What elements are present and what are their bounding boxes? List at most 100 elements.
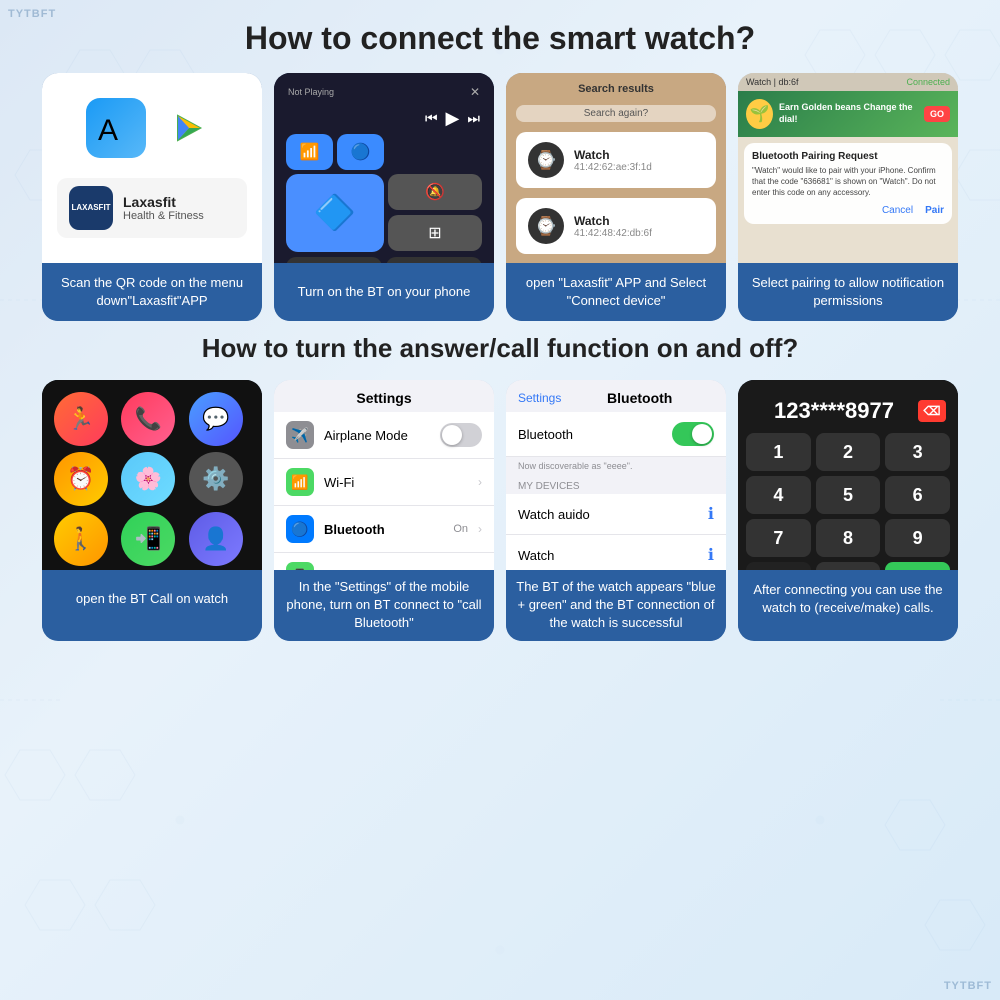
bt-main-toggle[interactable] — [672, 422, 714, 446]
card-dialpad-label: After connecting you can use the watch t… — [738, 570, 958, 628]
bt-settings-nav: Settings Bluetooth — [506, 380, 726, 412]
laxasfit-logo: LAXASFIT — [69, 186, 113, 230]
dp-backspace-btn[interactable]: ⌫ — [918, 400, 946, 422]
laxasfit-row: LAXASFIT Laxasfit Health & Fitness — [57, 178, 247, 238]
dp-number-display: 123****8977 ⌫ — [746, 390, 950, 428]
sr-device2-name: Watch — [574, 214, 652, 228]
cc-wifi-btn[interactable]: 📶 — [286, 134, 333, 170]
search-results-screen: Search results Search again? ⌚ Watch 41:… — [506, 73, 726, 263]
watch-app-run: 🏃 — [54, 392, 108, 446]
btp-dialog-title: Bluetooth Pairing Request — [752, 151, 944, 162]
dp-key-7[interactable]: 7 — [746, 519, 811, 557]
sr-device1-id: 41:42:62:ae:3f:1d — [574, 162, 652, 173]
sr-device1[interactable]: ⌚ Watch 41:42:62:ae:3f:1d — [516, 132, 716, 188]
settings-header: Settings — [274, 380, 494, 412]
bt-main-item[interactable]: Bluetooth — [506, 412, 726, 457]
dp-key-4[interactable]: 4 — [746, 476, 811, 514]
settings-item-bt[interactable]: 🔵 Bluetooth On › — [274, 506, 494, 553]
sr-again: Search again? — [516, 105, 716, 122]
card-watch-bt: 🏃 📞 💬 ⏰ 🌸 ⚙️ 🚶 📲 👤 open the BT Call on w… — [42, 380, 262, 641]
dp-key-1[interactable]: 1 — [746, 433, 811, 471]
cc-row2: 🌙 Focus ☀️ 🔊 — [282, 257, 486, 263]
dp-key-6[interactable]: 6 — [885, 476, 950, 514]
card-bt-image: Not Playing ✕ ⏮ ▶ ⏭ 📶 🔵 🔷 🔕 ⊞ — [274, 73, 494, 263]
cc-not-playing: Not Playing — [288, 87, 334, 97]
card-bt-settings-label: The BT of the watch appears "blue + gree… — [506, 570, 726, 641]
dp-key-3[interactable]: 3 — [885, 433, 950, 471]
cellular-label: Cellular — [324, 569, 468, 571]
card-dialpad: 123****8977 ⌫ 1 2 3 4 5 6 7 8 9 + — [738, 380, 958, 641]
bt-settings-screen: Settings Bluetooth Bluetooth Now discove… — [506, 380, 726, 570]
bt-back-btn[interactable]: Settings — [518, 391, 561, 405]
btp-ad-banner: 🌱 Earn Golden beans Change the dial! GO — [738, 91, 958, 137]
cc-close-icon: ✕ — [470, 85, 480, 99]
btp-dialog: Bluetooth Pairing Request "Watch" would … — [744, 143, 952, 224]
watermark-bottom-right: TYTBFT — [944, 980, 992, 992]
sr-device2-id: 41:42:48:42:db:6f — [574, 228, 652, 239]
card-bt-settings: Settings Bluetooth Bluetooth Now discove… — [506, 380, 726, 641]
cc-focus-btn[interactable]: 🌙 Focus — [286, 257, 382, 263]
airplane-label: Airplane Mode — [324, 428, 430, 443]
card-qr-image: A LAXASFIT — [42, 73, 262, 263]
wifi-icon: 📶 — [286, 468, 314, 496]
watch-app-settings: ⚙️ — [189, 452, 243, 506]
wifi-label: Wi-Fi — [324, 475, 468, 490]
bt-device1-name: Watch auido — [518, 507, 698, 522]
section1-cards-row: A LAXASFIT — [30, 73, 970, 321]
bt-settings-icon: 🔵 — [286, 515, 314, 543]
sr-device2-icon: ⌚ — [528, 208, 564, 244]
dp-key-2[interactable]: 2 — [816, 433, 881, 471]
section2-title: How to turn the answer/call function on … — [30, 333, 970, 364]
card-pair: Watch | db:6f Connected 🌱 Earn Golden be… — [738, 73, 958, 321]
sr-device1-info: Watch 41:42:62:ae:3f:1d — [574, 148, 652, 173]
cc-screen-btn[interactable]: ⊞ — [388, 215, 482, 251]
watch-app-alarm: ⏰ — [54, 452, 108, 506]
dp-number-text: 123****8977 — [750, 398, 918, 424]
card-qr: A LAXASFIT — [42, 73, 262, 321]
bt-settings-arrow: › — [478, 522, 482, 536]
app-icons-grid: A LAXASFIT — [42, 83, 262, 253]
dp-key-0[interactable]: 0 — [816, 562, 881, 570]
cc-bt-btn[interactable]: 🔵 — [337, 134, 384, 170]
settings-item-airplane[interactable]: ✈️ Airplane Mode — [274, 412, 494, 459]
dp-key-8[interactable]: 8 — [816, 519, 881, 557]
airplane-toggle[interactable] — [440, 423, 482, 447]
airplane-icon: ✈️ — [286, 421, 314, 449]
sr-header: Search results — [516, 83, 716, 95]
cc-brightness-btn[interactable]: ☀️ 🔊 — [386, 257, 482, 263]
card-bt-settings-image: Settings Bluetooth Bluetooth Now discove… — [506, 380, 726, 570]
btp-cancel-btn[interactable]: Cancel — [882, 205, 913, 216]
sr-device2[interactable]: ⌚ Watch 41:42:48:42:db:6f — [516, 198, 716, 254]
btp-ad-go-btn[interactable]: GO — [924, 106, 950, 122]
dp-keys-grid: 1 2 3 4 5 6 7 8 9 + 0 📞 — [746, 433, 950, 570]
settings-screen: Settings ✈️ Airplane Mode 📶 Wi-Fi › 🔵 Bl… — [274, 380, 494, 570]
watch-app-walk: 🚶 — [54, 512, 108, 566]
sr-device1-name: Watch — [574, 148, 652, 162]
bt-device1-info-icon[interactable]: ℹ — [708, 504, 714, 524]
bt-main-label: Bluetooth — [518, 427, 662, 442]
settings-item-wifi[interactable]: 📶 Wi-Fi › — [274, 459, 494, 506]
card-app-label: open "Laxasfit" APP and Select "Connect … — [506, 263, 726, 321]
bt-device2[interactable]: Watch ℹ — [506, 535, 726, 570]
card-bt-label: Turn on the BT on your phone — [274, 263, 494, 321]
bt-pairing-screen: Watch | db:6f Connected 🌱 Earn Golden be… — [738, 73, 958, 263]
btp-pair-btn[interactable]: Pair — [925, 205, 944, 216]
cellular-icon: 📱 — [286, 562, 314, 570]
dp-key-plus[interactable]: + — [746, 562, 811, 570]
cc-silent-btn[interactable]: 🔕 — [388, 174, 482, 210]
settings-item-cellular[interactable]: 📱 Cellular › — [274, 553, 494, 570]
card-watch-bt-label: open the BT Call on watch — [42, 570, 262, 628]
btp-dialog-actions: Cancel Pair — [752, 205, 944, 216]
card-watch-bt-image: 🏃 📞 💬 ⏰ 🌸 ⚙️ 🚶 📲 👤 — [42, 380, 262, 570]
dp-key-9[interactable]: 9 — [885, 519, 950, 557]
dp-key-call[interactable]: 📞 — [885, 562, 950, 570]
dp-key-5[interactable]: 5 — [816, 476, 881, 514]
card-dialpad-image: 123****8977 ⌫ 1 2 3 4 5 6 7 8 9 + — [738, 380, 958, 570]
control-center: Not Playing ✕ ⏮ ▶ ⏭ 📶 🔵 🔷 🔕 ⊞ — [274, 73, 494, 263]
btp-ad-character: 🌱 — [746, 99, 773, 129]
watch-app-call2: 📲 — [121, 512, 175, 566]
cc-bt-big-btn[interactable]: 🔷 — [286, 174, 384, 252]
bt-settings-value: On — [453, 523, 468, 535]
bt-device1[interactable]: Watch auido ℹ — [506, 494, 726, 535]
bt-device2-info-icon[interactable]: ℹ — [708, 545, 714, 565]
